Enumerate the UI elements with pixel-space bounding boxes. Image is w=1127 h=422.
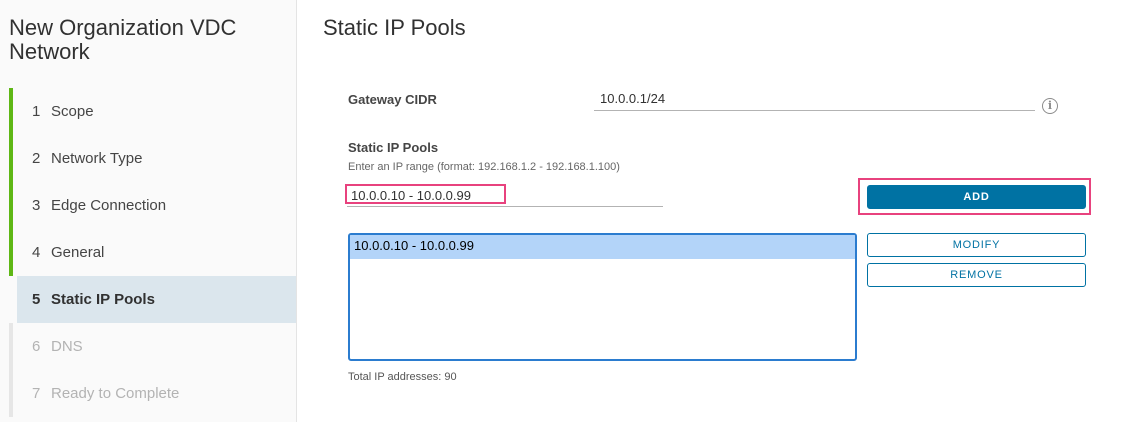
gateway-cidr-label: Gateway CIDR <box>348 92 437 107</box>
step-edge-connection[interactable]: 3 Edge Connection <box>0 182 296 229</box>
remove-button[interactable]: REMOVE <box>867 263 1086 287</box>
wizard-sidebar: New Organization VDC Network 1 Scope 2 N… <box>0 0 297 422</box>
page-title: Static IP Pools <box>323 15 466 40</box>
step-static-ip-pools[interactable]: 5 Static IP Pools <box>17 276 296 323</box>
step-dns: 6 DNS <box>0 323 296 370</box>
step-scope[interactable]: 1 Scope <box>0 88 296 135</box>
ip-range-hint: Enter an IP range (format: 192.168.1.2 -… <box>348 161 620 173</box>
total-ip-addresses: Total IP addresses: 90 <box>348 371 457 383</box>
add-button[interactable]: ADD <box>867 185 1086 209</box>
step-ready-to-complete: 7 Ready to Complete <box>0 370 296 417</box>
wizard-steps: 1 Scope 2 Network Type 3 Edge Connection… <box>0 88 296 417</box>
list-item[interactable]: 10.0.0.10 - 10.0.0.99 <box>350 235 855 259</box>
step-label: General <box>51 244 105 261</box>
step-label: Scope <box>51 103 94 120</box>
static-ip-pools-label: Static IP Pools <box>348 140 439 155</box>
modify-button[interactable]: MODIFY <box>867 233 1086 257</box>
step-progress-bar <box>9 88 13 135</box>
step-number: 5 <box>32 291 41 308</box>
step-number: 7 <box>32 385 41 402</box>
step-progress-bar <box>9 370 13 417</box>
step-network-type[interactable]: 2 Network Type <box>0 135 296 182</box>
ip-range-input[interactable] <box>347 185 663 207</box>
step-number: 6 <box>32 338 41 355</box>
step-progress-bar <box>9 229 13 276</box>
step-general[interactable]: 4 General <box>0 229 296 276</box>
step-number: 2 <box>32 150 41 167</box>
step-progress-bar <box>9 323 13 370</box>
info-icon[interactable]: i <box>1042 98 1058 114</box>
step-number: 1 <box>32 103 41 120</box>
step-label: Ready to Complete <box>51 385 180 402</box>
step-progress-bar <box>9 135 13 182</box>
step-label: Static IP Pools <box>51 291 155 308</box>
step-label: Network Type <box>51 150 143 167</box>
step-label: Edge Connection <box>51 197 167 214</box>
step-progress-bar <box>9 182 13 229</box>
step-number: 4 <box>32 244 41 261</box>
gateway-cidr-value: 10.0.0.1/24 <box>594 89 1035 111</box>
ip-pool-list[interactable]: 10.0.0.10 - 10.0.0.99 <box>348 233 857 361</box>
step-label: DNS <box>51 338 83 355</box>
wizard-title: New Organization VDC Network <box>9 15 237 64</box>
step-number: 3 <box>32 197 41 214</box>
